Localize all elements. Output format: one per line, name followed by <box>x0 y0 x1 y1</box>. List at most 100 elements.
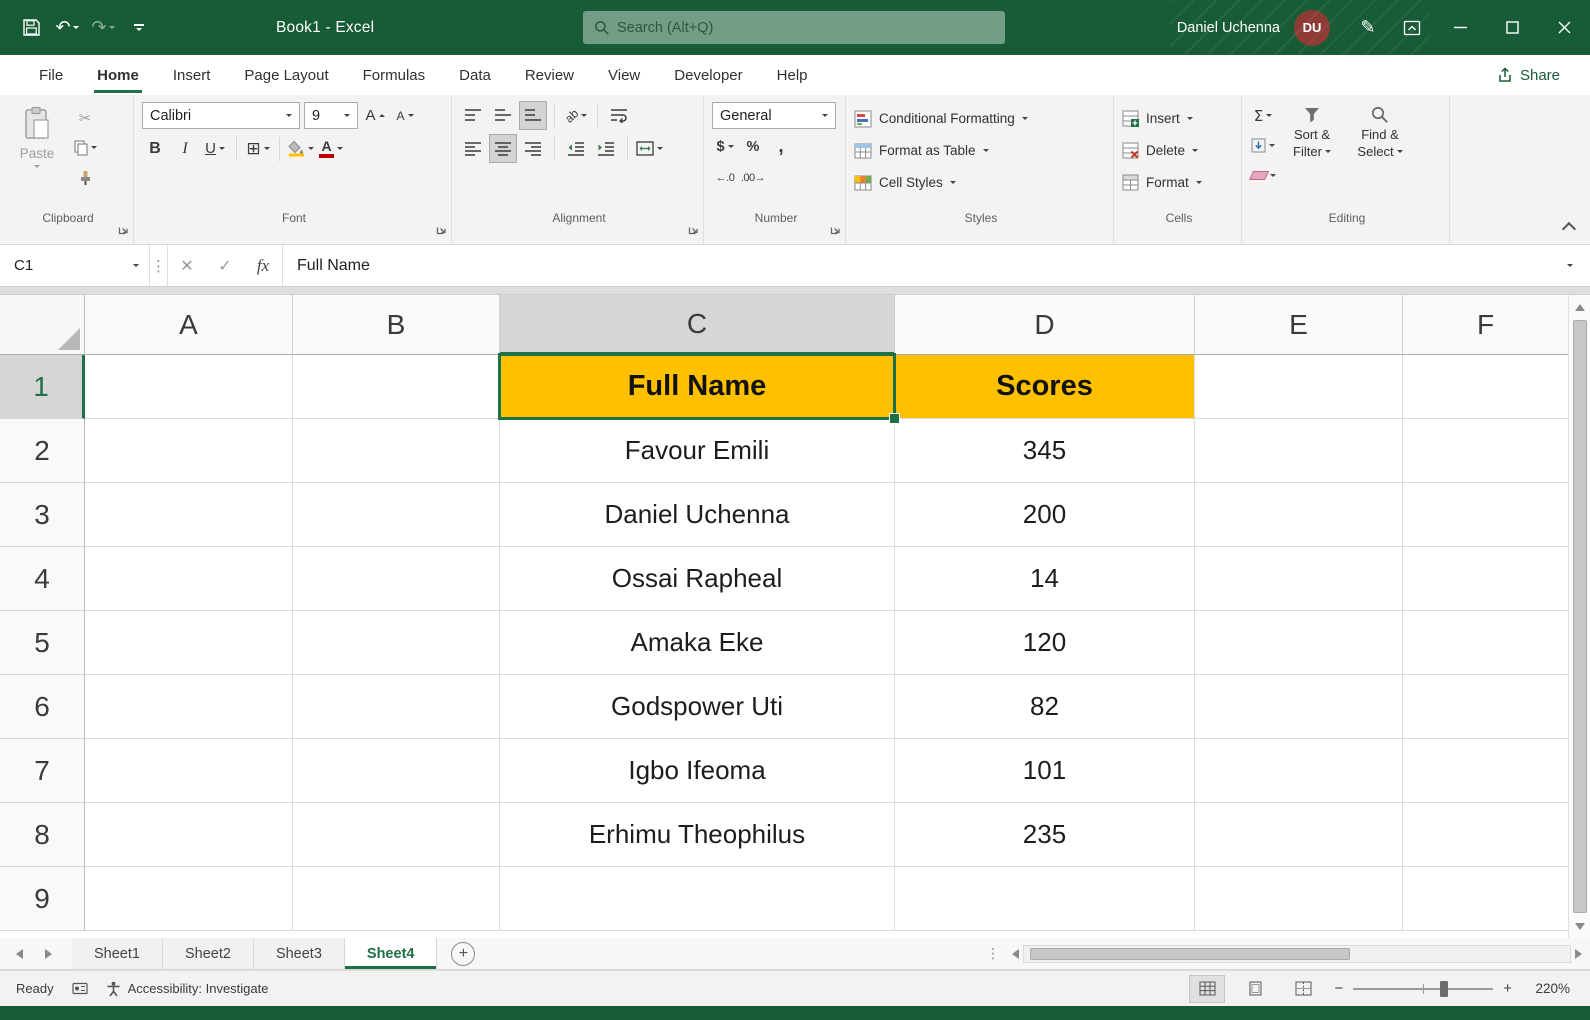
column-header-E[interactable]: E <box>1195 295 1403 355</box>
cell-E4[interactable] <box>1195 547 1403 611</box>
cell-styles-button[interactable]: Cell Styles <box>854 168 956 197</box>
tab-review[interactable]: Review <box>508 55 591 95</box>
cell-A1[interactable] <box>85 355 293 419</box>
decrease-decimal-button[interactable]: .00→ <box>740 164 766 191</box>
find-select-button[interactable]: Find & Select <box>1348 102 1412 203</box>
column-header-C[interactable]: C <box>500 295 895 355</box>
row-header-7[interactable]: 7 <box>0 739 85 803</box>
cut-button[interactable]: ✂ <box>72 104 98 131</box>
cell-F2[interactable] <box>1403 419 1568 483</box>
cell-C6[interactable]: Godspower Uti <box>500 675 895 739</box>
format-as-table-button[interactable]: Format as Table <box>854 136 989 165</box>
cell-F7[interactable] <box>1403 739 1568 803</box>
cell-F5[interactable] <box>1403 611 1568 675</box>
cell-F6[interactable] <box>1403 675 1568 739</box>
cell-D4[interactable]: 14 <box>895 547 1195 611</box>
row-header-1[interactable]: 1 <box>0 355 85 419</box>
avatar[interactable]: DU <box>1294 10 1330 46</box>
cell-D1[interactable]: Scores <box>895 355 1195 419</box>
tab-data[interactable]: Data <box>442 55 508 95</box>
cell-D2[interactable]: 345 <box>895 419 1195 483</box>
expand-formula-bar-button[interactable] <box>1550 245 1590 286</box>
cell-A6[interactable] <box>85 675 293 739</box>
borders-button[interactable]: ⊞ <box>245 135 271 162</box>
cell-B9[interactable] <box>293 867 500 931</box>
page-layout-view-button[interactable] <box>1238 976 1272 1002</box>
cell-C1-selected[interactable]: Full Name <box>500 355 895 419</box>
decrease-indent-button[interactable] <box>563 135 589 162</box>
horizontal-scrollbar[interactable] <box>1023 945 1571 963</box>
scroll-left-button[interactable] <box>1012 949 1019 959</box>
font-color-button[interactable]: A <box>318 135 344 162</box>
cell-D3[interactable]: 200 <box>895 483 1195 547</box>
column-header-D[interactable]: D <box>895 295 1195 355</box>
cell-D5[interactable]: 120 <box>895 611 1195 675</box>
search-box[interactable]: Search (Alt+Q) <box>583 11 1005 44</box>
cell-D7[interactable]: 101 <box>895 739 1195 803</box>
clipboard-dialog-launcher[interactable] <box>118 224 129 235</box>
cell-B6[interactable] <box>293 675 500 739</box>
sheet-tab-sheet3[interactable]: Sheet3 <box>254 938 345 969</box>
select-all-button[interactable] <box>0 295 85 355</box>
cell-C5[interactable]: Amaka Eke <box>500 611 895 675</box>
tab-formulas[interactable]: Formulas <box>346 55 443 95</box>
sheet-tab-sheet4[interactable]: Sheet4 <box>345 938 438 969</box>
undo-button[interactable]: ↶ <box>52 11 82 45</box>
column-header-B[interactable]: B <box>293 295 500 355</box>
row-header-2[interactable]: 2 <box>0 419 85 483</box>
cell-E3[interactable] <box>1195 483 1403 547</box>
cell-F1[interactable] <box>1403 355 1568 419</box>
vertical-scrollbar-thumb[interactable] <box>1573 320 1587 913</box>
cell-B5[interactable] <box>293 611 500 675</box>
close-button[interactable] <box>1538 0 1590 55</box>
accounting-format-button[interactable]: $ <box>712 133 738 160</box>
cell-F8[interactable] <box>1403 803 1568 867</box>
share-button[interactable]: Share <box>1497 67 1560 84</box>
paste-button[interactable]: Paste <box>8 102 66 203</box>
sort-filter-button[interactable]: Sort & Filter <box>1280 102 1344 203</box>
name-box[interactable]: C1 <box>0 245 150 286</box>
enter-button[interactable]: ✓ <box>206 245 244 286</box>
format-painter-button[interactable] <box>72 164 98 191</box>
cell-C2[interactable]: Favour Emili <box>500 419 895 483</box>
cell-E8[interactable] <box>1195 803 1403 867</box>
font-name-combobox[interactable]: Calibri <box>142 102 300 129</box>
decrease-font-size-button[interactable]: A <box>392 102 418 129</box>
format-cells-button[interactable]: Format <box>1122 168 1202 197</box>
previous-sheet-button[interactable] <box>16 949 23 959</box>
bold-button[interactable]: B <box>142 135 168 162</box>
formula-bar-drag-handle[interactable]: ⋮ <box>150 245 168 286</box>
next-sheet-button[interactable] <box>45 949 52 959</box>
underline-button[interactable]: U <box>202 135 228 162</box>
font-size-combobox[interactable]: 9 <box>304 102 358 129</box>
comma-style-button[interactable]: , <box>768 133 794 160</box>
row-header-6[interactable]: 6 <box>0 675 85 739</box>
sheetbar-drag-handle[interactable]: ⋮ <box>986 946 1000 962</box>
zoom-slider-thumb[interactable] <box>1440 981 1448 997</box>
cell-C7[interactable]: Igbo Ifeoma <box>500 739 895 803</box>
tab-insert[interactable]: Insert <box>156 55 228 95</box>
fill-color-button[interactable] <box>288 135 314 162</box>
save-button[interactable] <box>16 11 46 45</box>
zoom-slider[interactable] <box>1353 988 1493 990</box>
cell-E6[interactable] <box>1195 675 1403 739</box>
font-dialog-launcher[interactable] <box>436 224 447 235</box>
scroll-right-button[interactable] <box>1575 949 1582 959</box>
row-header-4[interactable]: 4 <box>0 547 85 611</box>
cell-E2[interactable] <box>1195 419 1403 483</box>
cell-A8[interactable] <box>85 803 293 867</box>
cancel-button[interactable]: ✕ <box>168 245 206 286</box>
row-header-3[interactable]: 3 <box>0 483 85 547</box>
cell-C3[interactable]: Daniel Uchenna <box>500 483 895 547</box>
cell-F4[interactable] <box>1403 547 1568 611</box>
cell-C9[interactable] <box>500 867 895 931</box>
cell-C4[interactable]: Ossai Rapheal <box>500 547 895 611</box>
autosum-button[interactable]: Σ <box>1250 102 1276 129</box>
percent-style-button[interactable]: % <box>740 133 766 160</box>
align-center-button[interactable] <box>490 135 516 162</box>
increase-font-size-button[interactable]: A <box>362 102 388 129</box>
vertical-scrollbar[interactable] <box>1568 295 1590 938</box>
increase-indent-button[interactable] <box>593 135 619 162</box>
align-right-button[interactable] <box>520 135 546 162</box>
column-header-A[interactable]: A <box>85 295 293 355</box>
